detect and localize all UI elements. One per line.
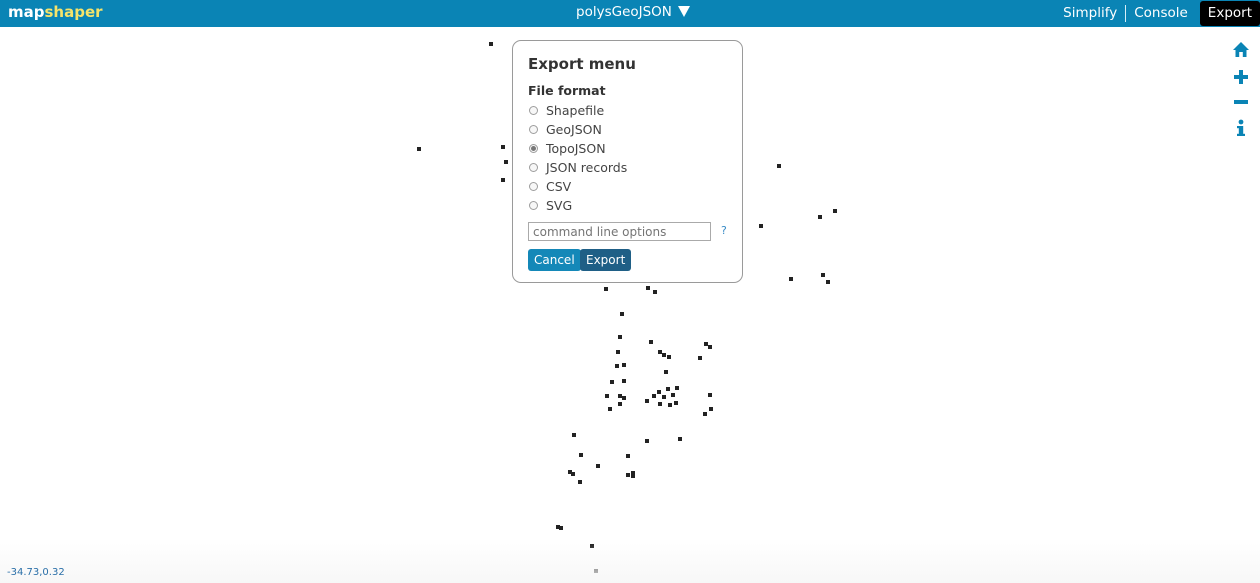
- map-point: [777, 164, 781, 168]
- format-option-topojson[interactable]: TopoJSON: [529, 140, 606, 156]
- map-point: [709, 407, 713, 411]
- map-point: [501, 145, 505, 149]
- info-icon[interactable]: [1231, 118, 1251, 138]
- map-point: [626, 473, 630, 477]
- zoom-out-icon[interactable]: [1231, 92, 1251, 112]
- map-point: [604, 287, 608, 291]
- map-point: [590, 544, 594, 548]
- map-point: [664, 370, 668, 374]
- map-point: [578, 480, 582, 484]
- map-point: [417, 147, 421, 151]
- radio-json-records[interactable]: [529, 162, 538, 172]
- map-point: [572, 433, 576, 437]
- coordinate-readout: -34.73,0.32: [7, 567, 65, 578]
- map-point: [622, 363, 626, 367]
- export-button[interactable]: Export: [580, 249, 632, 271]
- map-point: [662, 395, 666, 399]
- map-point: [818, 215, 822, 219]
- map-point: [622, 379, 626, 383]
- radio-geojson[interactable]: [529, 124, 538, 134]
- map-point: [594, 569, 598, 573]
- radio-svg[interactable]: [529, 200, 538, 210]
- console-button[interactable]: Console: [1126, 0, 1196, 27]
- map-point: [618, 402, 622, 406]
- radio-topojson[interactable]: [529, 143, 538, 153]
- map-point: [671, 393, 675, 397]
- map-point: [626, 454, 630, 458]
- map-point: [618, 335, 622, 339]
- format-option-shapefile[interactable]: Shapefile: [529, 102, 604, 118]
- map-point: [646, 286, 650, 290]
- map-point: [596, 464, 600, 468]
- export-menu-dialog: Export menu File format Shapefile GeoJSO…: [512, 40, 743, 283]
- map-point: [668, 403, 672, 407]
- map-point: [615, 364, 619, 368]
- layer-name: polysGeoJSON: [576, 4, 672, 20]
- top-bar: mapshaper polysGeoJSON Simplify Console …: [0, 0, 1260, 27]
- map-point: [826, 280, 830, 284]
- map-point: [657, 390, 661, 394]
- map-point: [652, 394, 656, 398]
- map-point: [658, 402, 662, 406]
- zoom-in-icon[interactable]: [1231, 67, 1251, 87]
- format-option-geojson[interactable]: GeoJSON: [529, 121, 602, 137]
- map-point: [698, 356, 702, 360]
- map-point: [789, 277, 793, 281]
- map-point: [667, 355, 671, 359]
- map-point: [501, 178, 505, 182]
- map-point: [649, 340, 653, 344]
- top-nav: Simplify Console Export: [1055, 0, 1260, 27]
- radio-shapefile[interactable]: [529, 105, 538, 115]
- map-point: [618, 394, 622, 398]
- radio-csv[interactable]: [529, 181, 538, 191]
- layer-selector[interactable]: polysGeoJSON: [576, 4, 690, 20]
- map-point: [703, 412, 707, 416]
- map-point: [662, 353, 666, 357]
- format-option-json-records[interactable]: JSON records: [529, 159, 627, 175]
- map-point: [571, 472, 575, 476]
- format-option-svg[interactable]: SVG: [529, 197, 572, 213]
- map-point: [653, 290, 657, 294]
- map-point: [708, 393, 712, 397]
- dropdown-triangle-icon: [677, 6, 690, 17]
- export-menu-title: Export menu: [528, 55, 636, 73]
- map-point: [616, 350, 620, 354]
- mapshaper-logo: mapshaper: [8, 3, 103, 21]
- map-point: [608, 407, 612, 411]
- file-format-heading: File format: [528, 83, 606, 98]
- map-point: [610, 380, 614, 384]
- map-point: [605, 394, 609, 398]
- map-point: [645, 399, 649, 403]
- map-point: [631, 474, 635, 478]
- map-point: [833, 209, 837, 213]
- help-icon[interactable]: ?: [721, 224, 727, 237]
- command-line-options-input[interactable]: [528, 222, 711, 241]
- map-point: [620, 312, 624, 316]
- map-point: [821, 273, 825, 277]
- map-point: [579, 453, 583, 457]
- home-icon[interactable]: [1231, 40, 1251, 60]
- map-point: [708, 345, 712, 349]
- map-point: [759, 224, 763, 228]
- simplify-button[interactable]: Simplify: [1055, 0, 1125, 27]
- map-point: [675, 386, 679, 390]
- map-point: [622, 396, 626, 400]
- export-nav-button[interactable]: Export: [1199, 1, 1260, 26]
- map-point: [704, 342, 708, 346]
- map-point: [559, 526, 563, 530]
- cancel-button[interactable]: Cancel: [528, 249, 581, 271]
- map-point: [645, 439, 649, 443]
- map-point: [489, 42, 493, 46]
- map-point: [678, 437, 682, 441]
- map-point: [666, 387, 670, 391]
- map-point: [658, 350, 662, 354]
- map-point: [674, 401, 678, 405]
- map-point: [504, 160, 508, 164]
- format-option-csv[interactable]: CSV: [529, 178, 571, 194]
